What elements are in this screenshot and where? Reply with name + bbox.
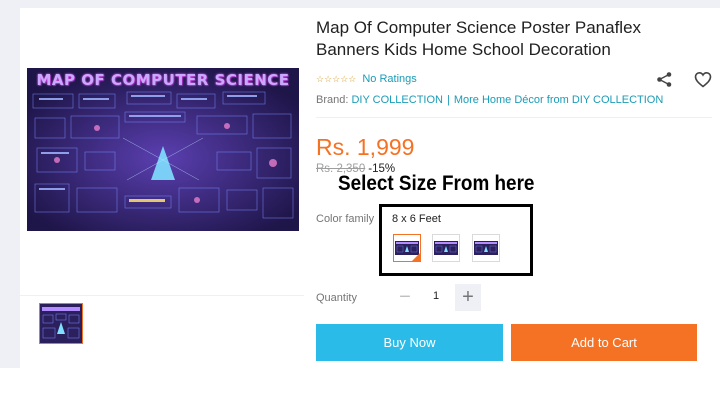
brand-label: Brand: bbox=[316, 94, 349, 106]
thumbnail-artwork bbox=[40, 304, 82, 343]
brand-separator: | bbox=[446, 94, 450, 106]
main-product-image[interactable]: MAP OF COMPUTER SCIENCE bbox=[27, 68, 299, 231]
quantity-label: Quantity bbox=[316, 292, 357, 304]
rating-row: ☆☆☆☆☆ No Ratings bbox=[316, 72, 417, 86]
more-from-brand-link[interactable]: More Home Décor from DIY COLLECTION bbox=[454, 94, 663, 106]
rating-stars: ☆☆☆☆☆ bbox=[316, 73, 357, 84]
variant-label: Color family bbox=[316, 213, 375, 225]
quantity-decrease-button[interactable]: − bbox=[392, 284, 418, 311]
buy-now-button[interactable]: Buy Now bbox=[316, 324, 503, 361]
product-title: Map Of Computer Science Poster Panaflex … bbox=[316, 18, 642, 59]
gallery-thumbnail[interactable] bbox=[39, 303, 83, 344]
share-icon[interactable] bbox=[656, 71, 673, 88]
left-strip bbox=[0, 8, 20, 368]
brand-row: Brand: DIY COLLECTION | More Home Décor fr… bbox=[316, 94, 663, 106]
annotation-text: Select Size From here bbox=[338, 172, 535, 195]
heart-icon[interactable] bbox=[694, 71, 712, 88]
add-to-cart-button[interactable]: Add to Cart bbox=[511, 324, 697, 361]
brand-link[interactable]: DIY COLLECTION bbox=[351, 94, 443, 106]
gallery-divider bbox=[20, 295, 304, 296]
quantity-value[interactable]: 1 bbox=[422, 290, 450, 302]
section-divider bbox=[316, 117, 712, 118]
top-strip bbox=[0, 0, 720, 8]
current-price: Rs. 1,999 bbox=[316, 134, 415, 160]
quantity-increase-button[interactable]: + bbox=[455, 284, 481, 311]
poster-artwork bbox=[27, 68, 299, 231]
ratings-link[interactable]: No Ratings bbox=[362, 73, 416, 85]
poster-title-text: MAP OF COMPUTER SCIENCE bbox=[36, 71, 290, 89]
annotation-highlight-box bbox=[379, 204, 533, 276]
